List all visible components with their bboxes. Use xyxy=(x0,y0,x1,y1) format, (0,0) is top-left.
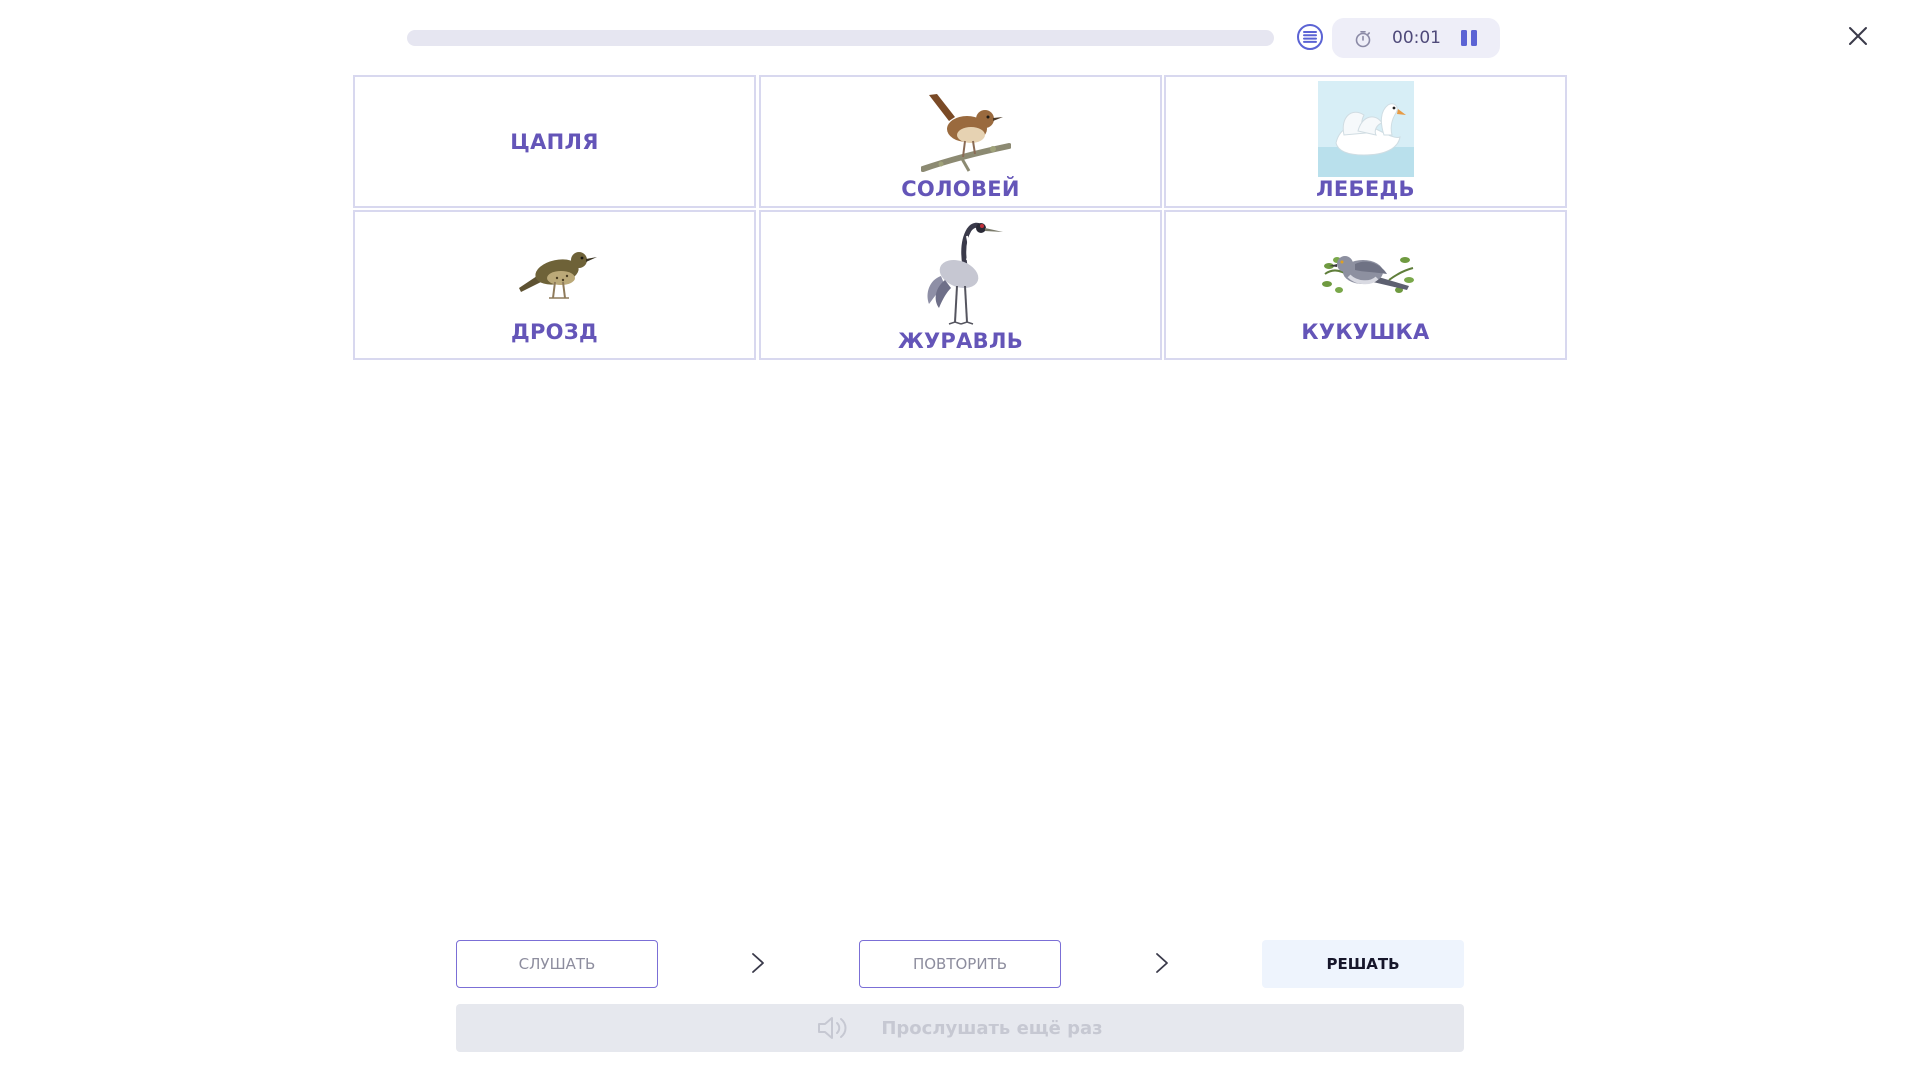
list-icon xyxy=(1303,31,1317,43)
card-label: ЦАПЛЯ xyxy=(510,130,599,154)
timer: 00:01 xyxy=(1332,18,1500,58)
listen-again-button[interactable]: Прослушать ещё раз xyxy=(456,1004,1464,1052)
swan-picture xyxy=(1318,81,1414,177)
nightingale-picture xyxy=(921,94,1011,172)
solve-button[interactable]: РЕШАТЬ xyxy=(1262,940,1464,988)
timer-value: 00:01 xyxy=(1392,28,1441,48)
stopwatch-icon xyxy=(1355,30,1371,48)
listen-again-label: Прослушать ещё раз xyxy=(881,1017,1103,1039)
card-label: СОЛОВЕЙ xyxy=(901,177,1020,201)
thrush-picture xyxy=(519,252,597,299)
card-label: КУКУШКА xyxy=(1301,320,1430,344)
close-icon[interactable] xyxy=(1846,24,1870,48)
card-heron[interactable]: ЦАПЛЯ xyxy=(353,75,756,208)
cuckoo-picture xyxy=(1322,256,1414,293)
card-swan[interactable]: ЛЕБЕДЬ xyxy=(1164,75,1567,208)
pause-icon xyxy=(1461,30,1467,46)
card-label: ЛЕБЕДЬ xyxy=(1316,177,1415,201)
listen-button[interactable]: СЛУШАТЬ xyxy=(456,940,658,988)
card-label: ЖУРАВЛЬ xyxy=(897,329,1024,353)
card-cuckoo[interactable]: КУКУШКА xyxy=(1164,210,1567,360)
card-crane[interactable]: ЖУРАВЛЬ xyxy=(759,210,1162,360)
chevron-right-icon xyxy=(1156,953,1168,973)
game-screen: 00:01 ЦАПЛЯ СОЛОВЕЙ ЛЕБЕДЬ ДРОЗД ЖУРАВЛЬ… xyxy=(0,0,1920,1080)
card-label: ДРОЗД xyxy=(510,320,599,344)
repeat-button[interactable]: ПОВТОРИТЬ xyxy=(859,940,1061,988)
pause-button[interactable] xyxy=(1457,28,1481,48)
card-thrush[interactable]: ДРОЗД xyxy=(353,210,756,360)
speaker-icon xyxy=(818,1017,847,1039)
progress-bar xyxy=(407,30,1274,46)
crane-picture xyxy=(927,222,1003,325)
list-button[interactable] xyxy=(1297,24,1323,50)
card-nightingale[interactable]: СОЛОВЕЙ xyxy=(759,75,1162,208)
chevron-right-icon xyxy=(752,953,764,973)
